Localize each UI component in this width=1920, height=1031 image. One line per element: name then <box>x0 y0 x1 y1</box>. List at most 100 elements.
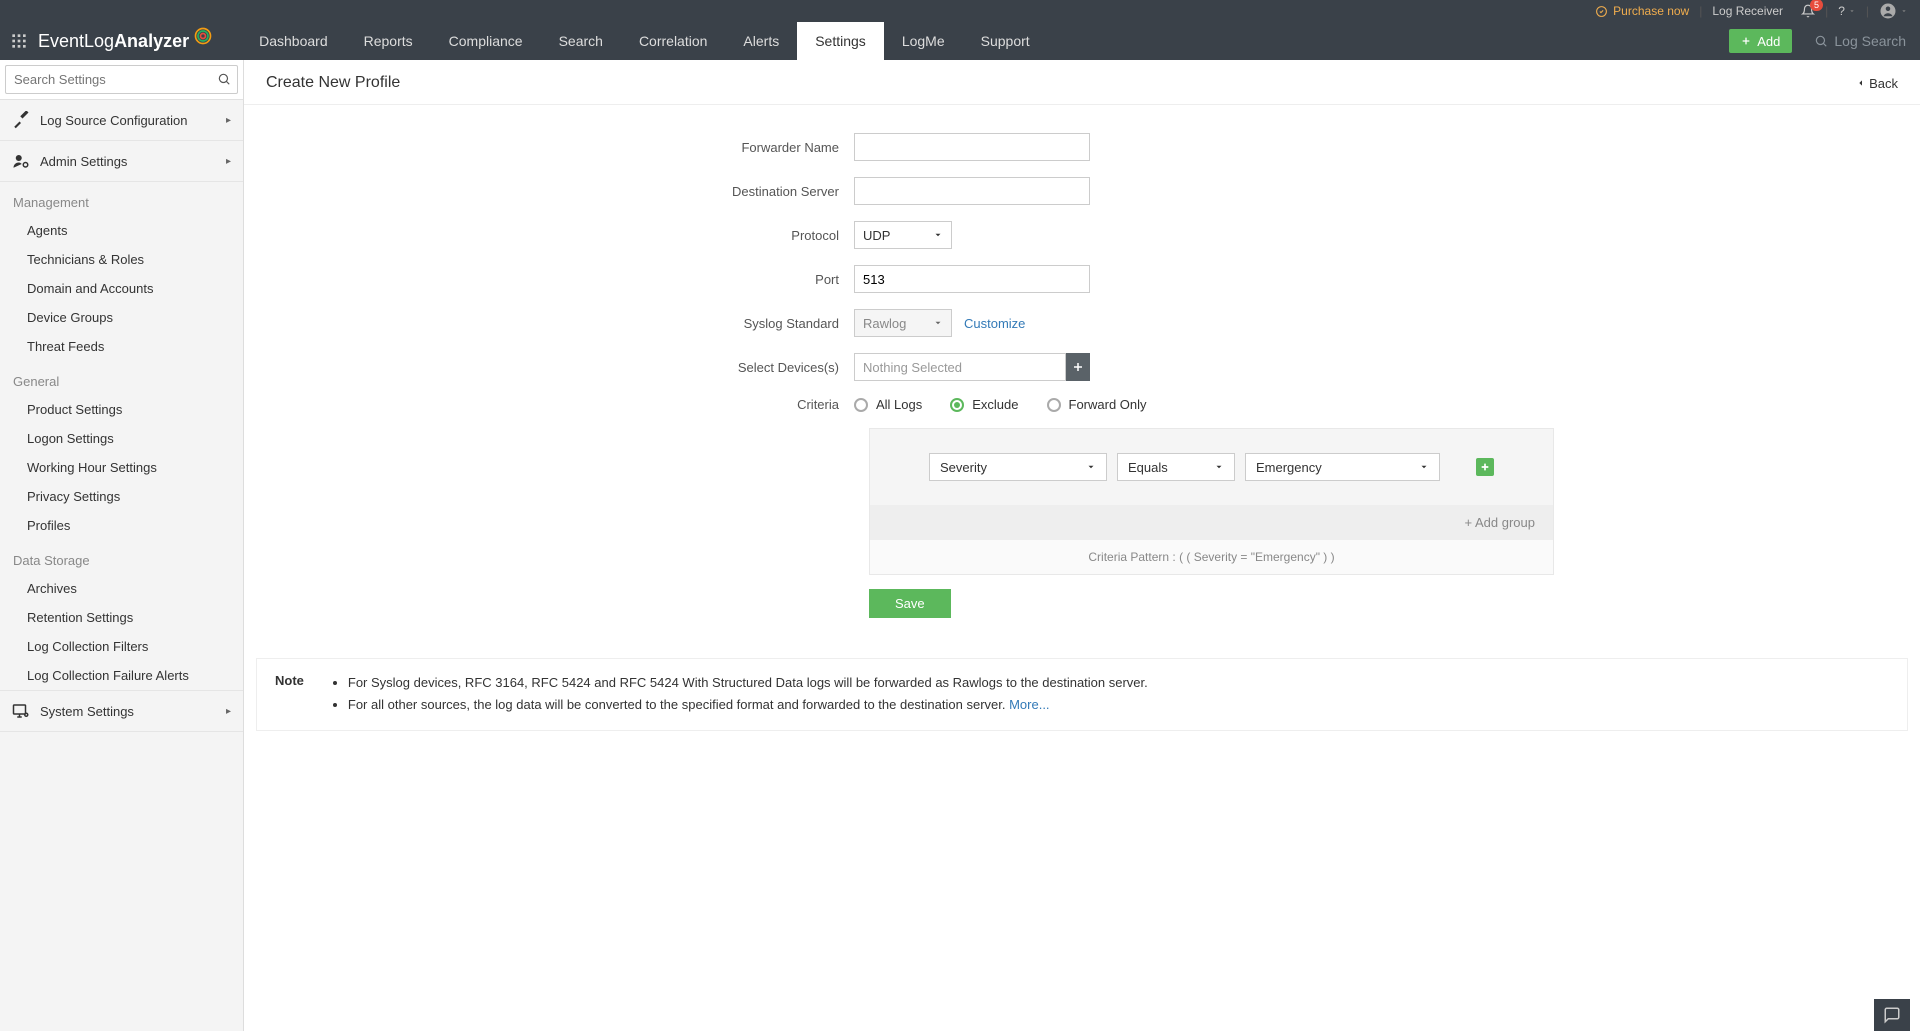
plus-icon <box>1072 361 1084 373</box>
back-button[interactable]: Back <box>1857 76 1898 91</box>
sidebar-section-log-source[interactable]: Log Source Configuration ▸ <box>0 100 243 141</box>
notification-badge: 5 <box>1810 0 1823 11</box>
criteria-rule-row: Severity Equals Emergency <box>870 429 1553 505</box>
criteria-operator-select[interactable]: Equals <box>1117 453 1235 481</box>
row-criteria: Criteria All Logs Exclude Forward Only <box>244 397 1920 412</box>
search-icon <box>1814 34 1828 48</box>
user-menu[interactable] <box>1879 2 1908 20</box>
add-label: Add <box>1757 34 1780 49</box>
port-input[interactable] <box>854 265 1090 293</box>
criteria-op-value: Equals <box>1128 460 1168 475</box>
radio-exclude[interactable]: Exclude <box>950 397 1018 412</box>
nav-reports[interactable]: Reports <box>346 22 431 60</box>
sidebar-item-privacy[interactable]: Privacy Settings <box>0 482 243 511</box>
row-destination-server: Destination Server <box>244 177 1920 205</box>
sidebar-item-working-hour[interactable]: Working Hour Settings <box>0 453 243 482</box>
radio-all-logs[interactable]: All Logs <box>854 397 922 412</box>
criteria-value-select[interactable]: Emergency <box>1245 453 1440 481</box>
destination-server-input[interactable] <box>854 177 1090 205</box>
note-heading: Note <box>275 673 304 716</box>
protocol-select[interactable]: UDP <box>854 221 952 249</box>
purchase-now-link[interactable]: Purchase now <box>1595 4 1689 18</box>
tools-icon <box>12 111 30 129</box>
sidebar-section-system[interactable]: System Settings ▸ <box>0 690 243 732</box>
log-receiver-link[interactable]: Log Receiver <box>1712 4 1783 18</box>
nav-logme[interactable]: LogMe <box>884 22 963 60</box>
back-label: Back <box>1869 76 1898 91</box>
add-group-button[interactable]: + Add group <box>870 505 1553 540</box>
chevron-down-icon <box>1086 462 1096 472</box>
sidebar-item-logon-settings[interactable]: Logon Settings <box>0 424 243 453</box>
search-settings-input[interactable] <box>5 65 238 94</box>
row-forwarder-name: Forwarder Name <box>244 133 1920 161</box>
sidebar-item-device-groups[interactable]: Device Groups <box>0 303 243 332</box>
brand-text-2: Analyzer <box>114 31 189 52</box>
nav-correlation[interactable]: Correlation <box>621 22 725 60</box>
monitor-gear-icon <box>12 702 30 720</box>
nav-search[interactable]: Search <box>541 22 621 60</box>
row-syslog-standard: Syslog Standard Rawlog Customize <box>244 309 1920 337</box>
note-item-2: For all other sources, the log data will… <box>348 695 1148 715</box>
chevron-right-icon: ▸ <box>226 115 231 126</box>
plus-icon <box>1741 36 1751 46</box>
syslog-standard-select[interactable]: Rawlog <box>854 309 952 337</box>
main-header-bar: EventLog Analyzer Dashboard Reports Comp… <box>0 22 1920 60</box>
swirl-icon <box>193 26 213 46</box>
add-criteria-button[interactable] <box>1476 458 1494 476</box>
nav-settings[interactable]: Settings <box>797 22 884 60</box>
sidebar-item-collection-filters[interactable]: Log Collection Filters <box>0 632 243 661</box>
customize-link[interactable]: Customize <box>964 316 1025 331</box>
main-nav: Dashboard Reports Compliance Search Corr… <box>241 22 1048 60</box>
help-button[interactable]: ? <box>1838 4 1856 18</box>
group-management: Management <box>0 182 243 216</box>
chat-button[interactable] <box>1874 999 1910 1031</box>
sidebar-item-agents[interactable]: Agents <box>0 216 243 245</box>
separator: | <box>1866 4 1869 18</box>
sidebar-section-admin[interactable]: Admin Settings ▸ <box>0 141 243 182</box>
brand-logo[interactable]: EventLog Analyzer <box>38 22 221 60</box>
add-device-button[interactable] <box>1066 353 1090 381</box>
criteria-label: Criteria <box>244 397 854 412</box>
row-port: Port <box>244 265 1920 293</box>
sidebar-item-collection-failure[interactable]: Log Collection Failure Alerts <box>0 661 243 690</box>
devices-placeholder: Nothing Selected <box>863 360 962 375</box>
search-icon <box>217 72 231 86</box>
purchase-label: Purchase now <box>1613 4 1689 18</box>
sidebar: Log Source Configuration ▸ Admin Setting… <box>0 60 244 1031</box>
criteria-pattern-value: ( ( Severity = "Emergency" ) ) <box>1179 550 1335 564</box>
criteria-val-value: Emergency <box>1256 460 1322 475</box>
log-search-button[interactable]: Log Search <box>1800 22 1920 60</box>
criteria-field-select[interactable]: Severity <box>929 453 1107 481</box>
sidebar-item-domain[interactable]: Domain and Accounts <box>0 274 243 303</box>
sidebar-item-retention[interactable]: Retention Settings <box>0 603 243 632</box>
separator: | <box>1825 4 1828 18</box>
forwarder-name-input[interactable] <box>854 133 1090 161</box>
row-select-devices: Select Devices(s) Nothing Selected <box>244 353 1920 381</box>
select-devices-input[interactable]: Nothing Selected <box>854 353 1066 381</box>
criteria-radio-group: All Logs Exclude Forward Only <box>854 397 1147 412</box>
note-box: Note For Syslog devices, RFC 3164, RFC 5… <box>256 658 1908 731</box>
section-label: Log Source Configuration <box>40 113 216 128</box>
page-title: Create New Profile <box>266 74 400 92</box>
sidebar-item-product-settings[interactable]: Product Settings <box>0 395 243 424</box>
chevron-down-icon <box>933 318 943 328</box>
sidebar-item-threat-feeds[interactable]: Threat Feeds <box>0 332 243 361</box>
nav-dashboard[interactable]: Dashboard <box>241 22 346 60</box>
radio-forward-only[interactable]: Forward Only <box>1047 397 1147 412</box>
log-search-label: Log Search <box>1834 33 1906 49</box>
note-item-1: For Syslog devices, RFC 3164, RFC 5424 a… <box>348 673 1148 693</box>
plus-icon <box>1480 462 1490 472</box>
save-button[interactable]: Save <box>869 589 951 618</box>
sidebar-item-profiles[interactable]: Profiles <box>0 511 243 540</box>
group-general: General <box>0 361 243 395</box>
more-link[interactable]: More... <box>1009 697 1049 712</box>
sidebar-item-archives[interactable]: Archives <box>0 574 243 603</box>
nav-compliance[interactable]: Compliance <box>431 22 541 60</box>
nav-alerts[interactable]: Alerts <box>725 22 797 60</box>
forwarder-name-label: Forwarder Name <box>244 140 854 155</box>
nav-support[interactable]: Support <box>963 22 1048 60</box>
add-button[interactable]: Add <box>1729 29 1792 53</box>
apps-launcher[interactable] <box>0 22 38 60</box>
notifications-button[interactable]: 5 <box>1801 4 1815 18</box>
sidebar-item-technicians[interactable]: Technicians & Roles <box>0 245 243 274</box>
